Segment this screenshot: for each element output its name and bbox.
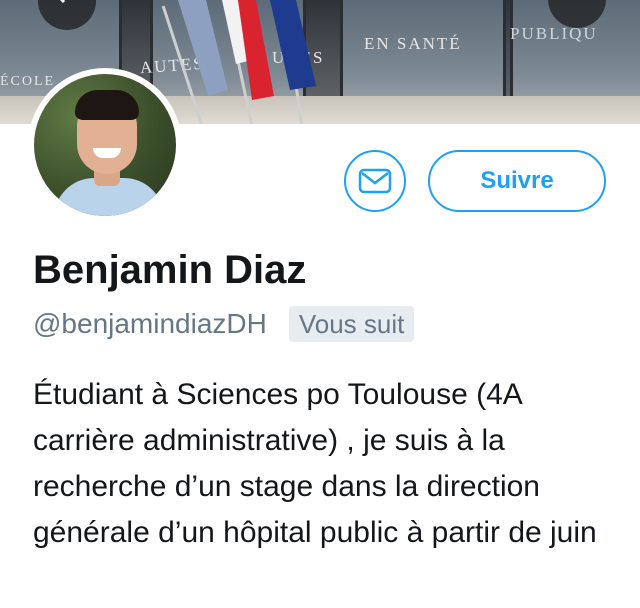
avatar[interactable] <box>28 68 182 222</box>
back-button[interactable] <box>38 0 96 30</box>
avatar-photo <box>34 74 176 216</box>
envelope-icon <box>358 168 392 194</box>
profile-name: Benjamin Diaz <box>33 248 307 292</box>
profile-page: ÉCOLE AUTES UDES EN SANTÉ PUBLIQU <box>0 0 640 608</box>
follows-you-badge: Vous suit <box>288 306 415 342</box>
message-button[interactable] <box>344 150 406 212</box>
flags-image <box>178 0 316 100</box>
banner-engraving: ÉCOLE <box>0 74 56 89</box>
follow-button[interactable]: Suivre <box>428 150 606 212</box>
profile-handle: @benjamindiazDH <box>33 308 267 339</box>
banner-engraving: EN SANTÉ <box>364 34 462 53</box>
back-arrow-icon <box>59 0 66 4</box>
handle-row: @benjamindiazDH Vous suit <box>33 304 415 344</box>
profile-bio: Étudiant à Sciences po Toulouse (4A carr… <box>33 378 597 549</box>
